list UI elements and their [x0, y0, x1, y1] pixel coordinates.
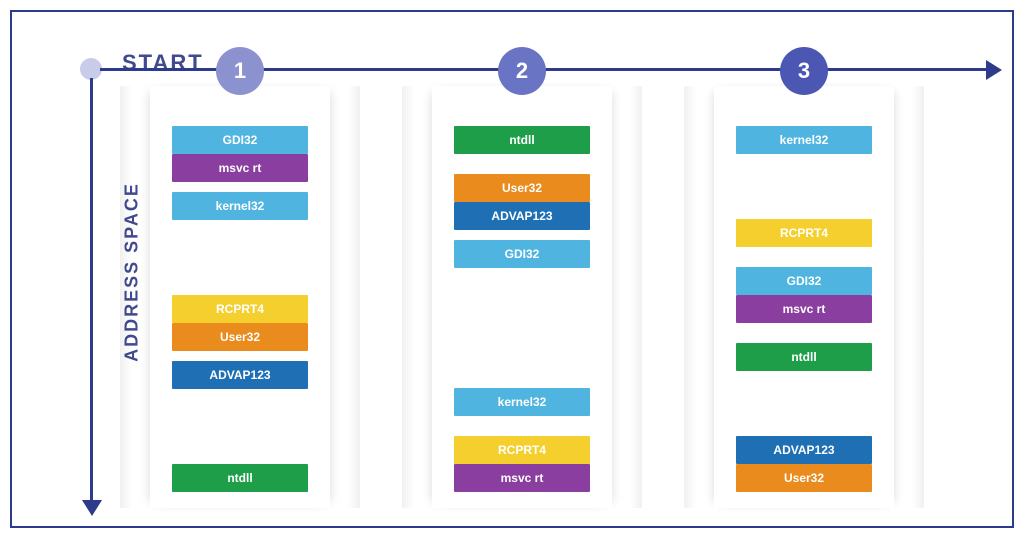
address-gap-small: [736, 323, 872, 333]
y-axis-line: [90, 78, 93, 504]
module-block: GDI32: [172, 126, 308, 154]
arrow-right-icon: [986, 60, 1002, 80]
start-label: START: [122, 50, 204, 76]
column-shadow-icon: [402, 86, 414, 508]
address-gap-small: [454, 164, 590, 174]
origin-dot-icon: [80, 58, 102, 80]
module-block: User32: [172, 323, 308, 351]
address-gap-small: [736, 333, 872, 343]
module-block: ntdll: [172, 464, 308, 492]
address-gap-small: [454, 230, 590, 240]
address-gap: [736, 371, 872, 436]
address-gap: [172, 220, 308, 295]
memory-stack: kernel32 RCPRT4 GDI32msvc rt ntdll ADVAP123U…: [736, 126, 872, 492]
address-gap: [172, 389, 308, 464]
module-block: kernel32: [172, 192, 308, 220]
module-block: RCPRT4: [454, 436, 590, 464]
address-column-1: GDI32msvc rt kernel32 RCPRT4User32 ADVAP123…: [150, 86, 330, 508]
column-shadow-icon: [684, 86, 696, 508]
step-circle-3: 3: [780, 47, 828, 95]
address-gap-small: [454, 416, 590, 426]
module-block: msvc rt: [736, 295, 872, 323]
step-circle-2: 2: [498, 47, 546, 95]
module-block: msvc rt: [172, 154, 308, 182]
module-block: RCPRT4: [736, 219, 872, 247]
module-block: ADVAP123: [454, 202, 590, 230]
address-gap-small: [454, 154, 590, 164]
column-shadow-icon: [912, 86, 924, 508]
address-column-3: kernel32 RCPRT4 GDI32msvc rt ntdll ADVAP123U…: [714, 86, 894, 508]
address-gap: [736, 154, 872, 219]
module-block: ADVAP123: [736, 436, 872, 464]
module-block: GDI32: [736, 267, 872, 295]
module-block: kernel32: [736, 126, 872, 154]
step-circle-1: 1: [216, 47, 264, 95]
address-column-2: ntdll User32ADVAP123 GDI32 kernel32 RCPRT4ms…: [432, 86, 612, 508]
address-gap-small: [172, 351, 308, 361]
arrow-down-icon: [82, 500, 102, 516]
column-shadow-icon: [120, 86, 132, 508]
module-block: User32: [454, 174, 590, 202]
diagram-frame: START ADDRESS SPACE 1GDI32msvc rtkernel3…: [10, 10, 1014, 528]
module-block: kernel32: [454, 388, 590, 416]
address-gap-small: [454, 426, 590, 436]
address-gap-small: [736, 257, 872, 267]
module-block: msvc rt: [454, 464, 590, 492]
memory-stack: GDI32msvc rt kernel32 RCPRT4User32 ADVAP123…: [172, 126, 308, 492]
module-block: RCPRT4: [172, 295, 308, 323]
module-block: ntdll: [454, 126, 590, 154]
module-block: GDI32: [454, 240, 590, 268]
address-gap-small: [172, 182, 308, 192]
column-shadow-icon: [348, 86, 360, 508]
column-shadow-icon: [630, 86, 642, 508]
module-block: ntdll: [736, 343, 872, 371]
memory-stack: ntdll User32ADVAP123 GDI32 kernel32 RCPRT4ms…: [454, 126, 590, 492]
address-gap: [454, 268, 590, 388]
address-gap-small: [736, 247, 872, 257]
module-block: ADVAP123: [172, 361, 308, 389]
module-block: User32: [736, 464, 872, 492]
